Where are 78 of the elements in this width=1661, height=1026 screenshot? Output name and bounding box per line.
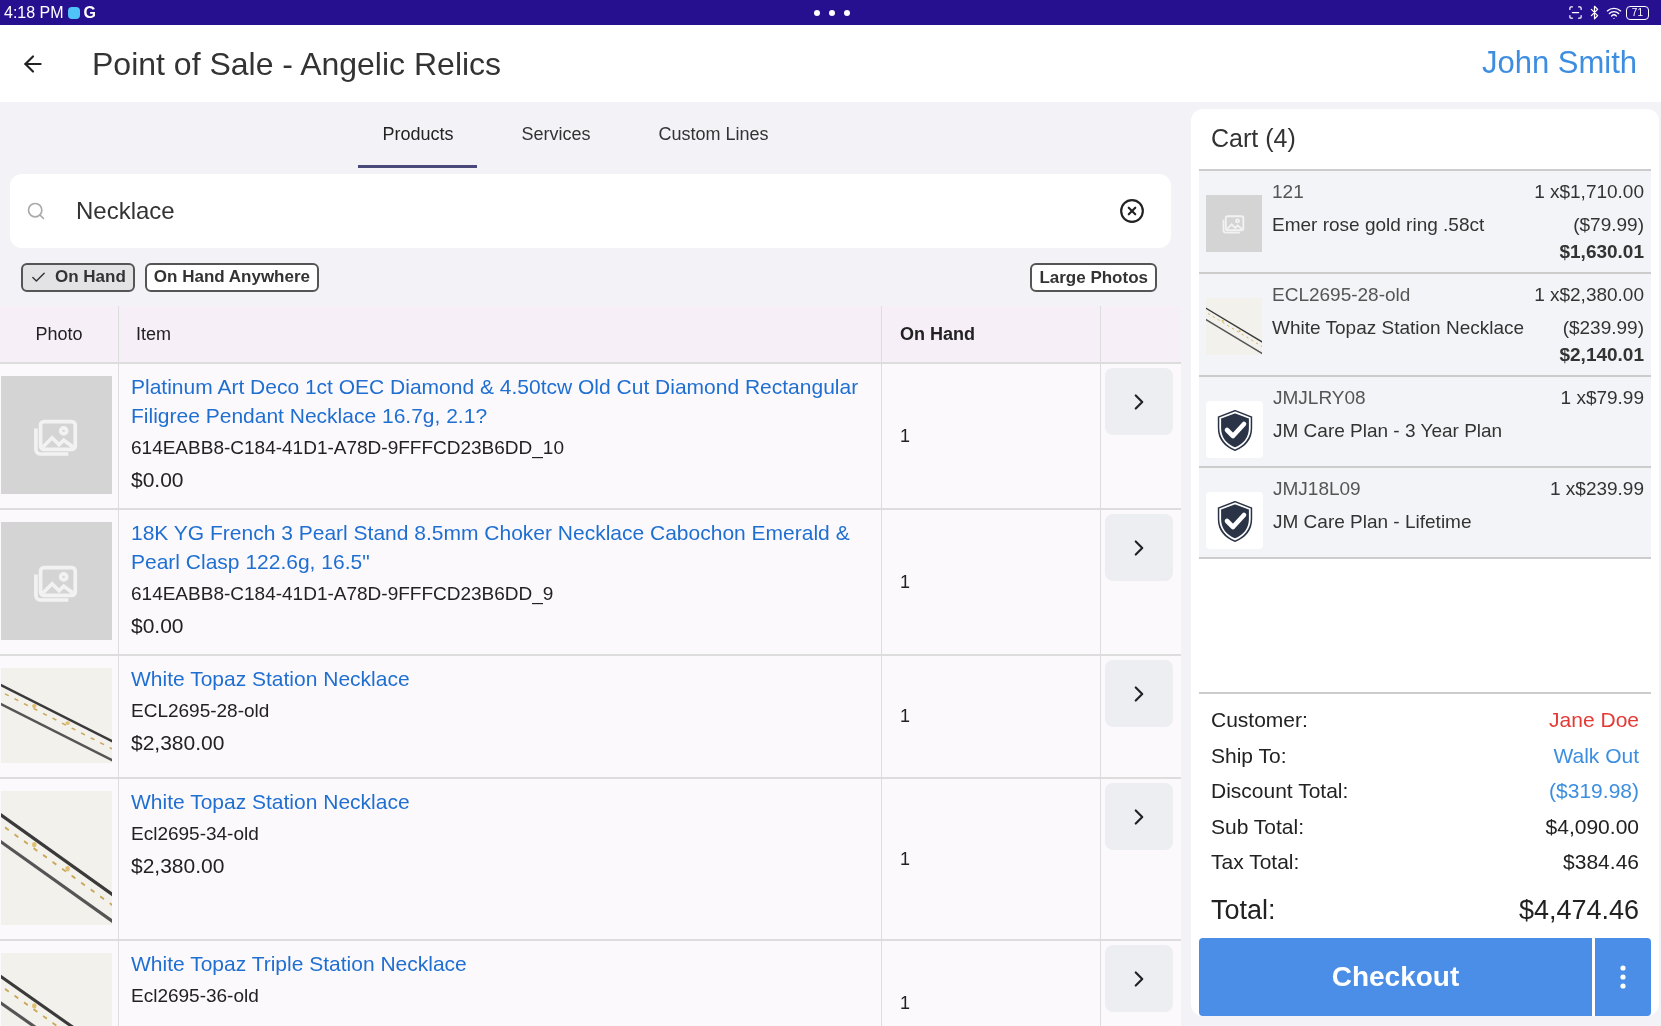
cart-item-quantity-price: 1 x$79.99 (1560, 386, 1644, 410)
on-hand-count: 1 (900, 705, 910, 728)
product-price: $0.00 (131, 467, 185, 493)
cart-item-name: Emer rose gold ring .58ct (1272, 213, 1486, 237)
cart-item-code: JMJLRY08 (1273, 386, 1366, 410)
product-sku: Ecl2695-36-old (131, 984, 260, 1008)
summary-value[interactable]: Jane Doe (1549, 704, 1639, 736)
cart-item[interactable]: JMJ18L09 1 x$239.99 JM Care Plan - Lifetime (1199, 468, 1651, 559)
cart-title: Cart (4) (1210, 123, 1297, 155)
on-hand-count: 1 (900, 992, 910, 1015)
more-vertical-icon (1620, 965, 1626, 989)
summary-label: Customer: (1211, 707, 1308, 733)
summary-label: Total: (1211, 893, 1276, 927)
tab[interactable]: Products (358, 118, 478, 168)
cart-item-name: White Topaz Station Necklace (1272, 316, 1526, 340)
product-price: $2,380.00 (131, 730, 226, 756)
product-name-link[interactable]: 18K YG French 3 Pearl Stand 8.5mm Choker Necklace Cabochon Emerald & Pearl Clasp 122.6g, 16.5" (131, 518, 869, 576)
screenshot-icon (1567, 5, 1583, 20)
product-sku: Ecl2695-34-old (131, 822, 260, 846)
on-hand-count: 1 (900, 847, 910, 871)
page-dots (813, 9, 850, 16)
filter-chip[interactable]: On Hand Anywhere (144, 262, 319, 292)
column-header: Item (119, 306, 882, 362)
cart-item-name: JM Care Plan - Lifetime (1273, 510, 1473, 534)
cart-item-total: $2,140.01 (1559, 343, 1644, 367)
summary-label: Tax Total: (1211, 849, 1300, 875)
cart-item-quantity-price: 1 x$239.99 (1549, 477, 1644, 501)
cart-item-total: $1,630.01 (1559, 240, 1644, 264)
row-open-button[interactable] (1105, 368, 1173, 435)
cart-item[interactable]: JMJLRY08 1 x$79.99 JM Care Plan - 3 Year Plan (1199, 377, 1651, 468)
product-sku: 614EABB8-C184-41D1-A78D-9FFFCD23B6DD_9 (131, 582, 555, 607)
product-price: $0.00 (131, 613, 185, 639)
tab[interactable]: Custom Lines (634, 118, 793, 168)
cart-item[interactable]: ECL2695-28-old 1 x$2,380.00 White Topaz Station Necklace ($239.99) $2,140.01 (1199, 274, 1651, 377)
search-field[interactable]: Necklace (10, 174, 1171, 248)
search-icon (26, 201, 46, 221)
on-hand-count: 1 (900, 570, 910, 594)
row-open-button[interactable] (1105, 783, 1173, 850)
product-name-link[interactable]: White Topaz Station Necklace (131, 787, 869, 816)
cart-item-code: 121 (1272, 180, 1304, 204)
cart-item-discount: ($239.99) (1562, 316, 1644, 340)
status-time: 4:18 PM (4, 2, 64, 23)
page-title: Point of Sale - Angelic Relics (92, 44, 502, 84)
column-header: On Hand (882, 306, 1101, 362)
notification-icon (67, 6, 80, 19)
row-open-button[interactable] (1105, 945, 1173, 1012)
cart-item-quantity-price: 1 x$2,380.00 (1534, 283, 1644, 307)
summary-value: $4,090.00 (1545, 813, 1639, 840)
clear-button[interactable] (1119, 198, 1145, 224)
cart-item-code: ECL2695-28-old (1272, 283, 1411, 307)
search-value: Necklace (76, 196, 175, 226)
summary-value: $4,474.46 (1518, 893, 1639, 927)
clear-icon (1119, 198, 1145, 224)
battery-indicator: 71 (1625, 5, 1649, 20)
on-hand-count: 1 (900, 424, 910, 448)
summary-label: Ship To: (1211, 742, 1287, 769)
filter-chip[interactable]: On Hand (21, 262, 135, 292)
product-name-link[interactable]: Platinum Art Deco 1ct OEC Diamond & 4.50tcw Old Cut Diamond Rectangular Filigree Pendant Necklace 16.7g, 2.1? (131, 372, 869, 430)
product-price: $2,380.00 (131, 853, 226, 879)
tab[interactable]: Services (497, 118, 615, 168)
more-options-button[interactable] (1595, 938, 1651, 1016)
cart-item[interactable]: 121 1 x$1,710.00 Emer rose gold ring .58ct ($79.99) $1,630.01 (1199, 171, 1651, 274)
product-sku: ECL2695-28-old (131, 699, 271, 723)
cart-item-discount: ($79.99) (1573, 213, 1644, 237)
product-sku: 614EABB8-C184-41D1-A78D-9FFFCD23B6DD_10 (131, 436, 565, 461)
column-header: Photo (0, 306, 119, 362)
cart-item-name: JM Care Plan - 3 Year Plan (1273, 419, 1504, 443)
summary-label: Sub Total: (1211, 813, 1304, 840)
cart-item-code: JMJ18L09 (1273, 477, 1361, 501)
row-open-button[interactable] (1105, 514, 1173, 581)
product-name-link[interactable]: White Topaz Station Necklace (131, 664, 869, 693)
product-name-link[interactable]: White Topaz Triple Station Necklace (131, 949, 869, 978)
summary-label: Discount Total: (1211, 778, 1349, 804)
notification-label: G (83, 2, 97, 23)
summary-value: $384.46 (1563, 849, 1639, 875)
row-open-button[interactable] (1105, 660, 1173, 727)
large-photos-button[interactable]: Large Photos (1030, 262, 1157, 292)
cart-item-quantity-price: 1 x$1,710.00 (1534, 180, 1644, 204)
